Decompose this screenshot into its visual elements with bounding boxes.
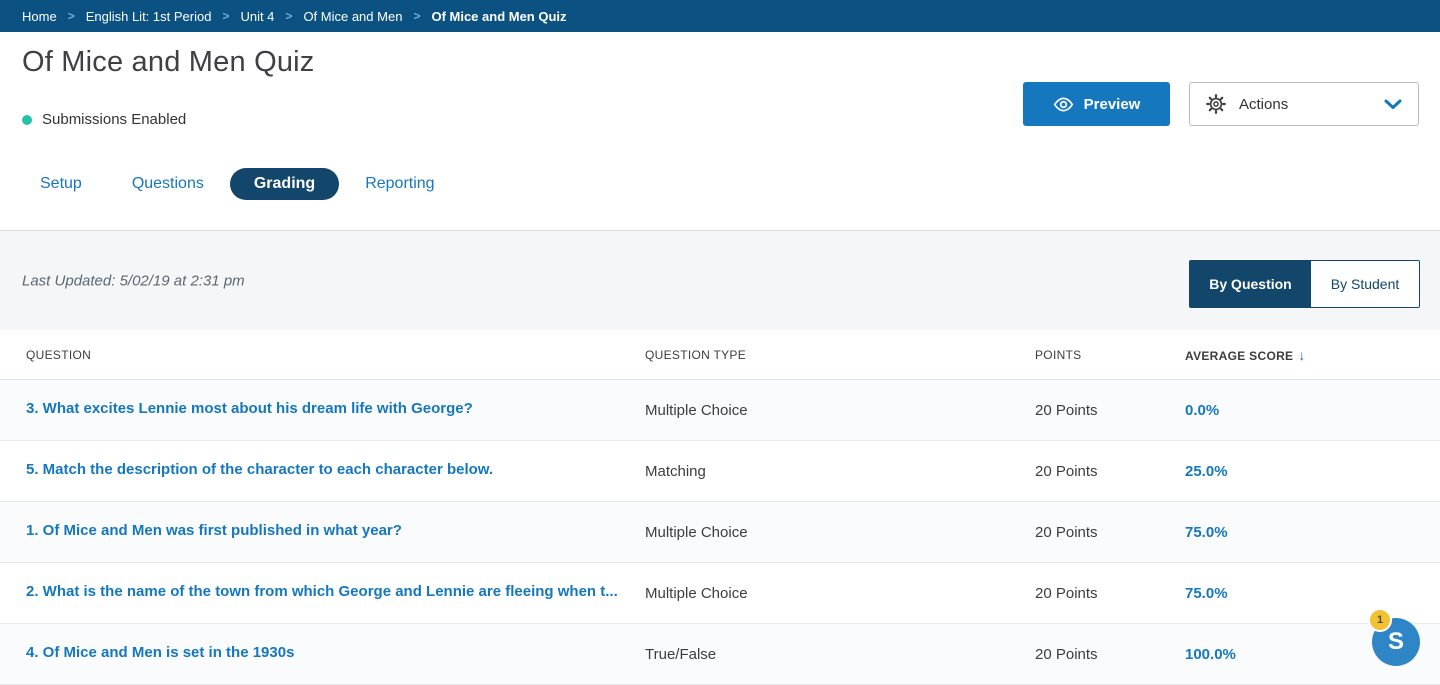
breadcrumb-course[interactable]: English Lit: 1st Period [86, 9, 212, 24]
view-toggle: By Question By Student [1189, 260, 1420, 308]
question-type-cell: Multiple Choice [645, 402, 1035, 419]
table-row: 1. Of Mice and Men was first published i… [0, 502, 1440, 563]
tab-setup[interactable]: Setup [16, 168, 106, 200]
column-header-question[interactable]: QUESTION [0, 348, 645, 362]
eye-icon [1053, 96, 1074, 113]
question-link[interactable]: 3. What excites Lennie most about his dr… [26, 400, 473, 417]
breadcrumb-folder[interactable]: Of Mice and Men [303, 9, 402, 24]
column-header-question-type[interactable]: QUESTION TYPE [645, 348, 1035, 362]
questions-table: QUESTION QUESTION TYPE POINTS AVERAGE SC… [0, 330, 1440, 685]
breadcrumb-current-page: Of Mice and Men Quiz [431, 9, 566, 24]
question-link[interactable]: 1. Of Mice and Men was first published i… [26, 522, 402, 539]
points-cell: 20 Points [1035, 463, 1185, 480]
question-type-cell: True/False [645, 646, 1035, 663]
breadcrumb-separator: > [68, 9, 75, 23]
column-header-average-score-label: AVERAGE SCORE [1185, 349, 1293, 363]
tab-grading[interactable]: Grading [230, 168, 339, 200]
table-header-row: QUESTION QUESTION TYPE POINTS AVERAGE SC… [0, 330, 1440, 380]
points-cell: 20 Points [1035, 524, 1185, 541]
question-type-cell: Multiple Choice [645, 524, 1035, 541]
breadcrumb-home[interactable]: Home [22, 9, 57, 24]
average-score-link[interactable]: 75.0% [1185, 524, 1228, 541]
assessment-tabs: Setup Questions Grading Reporting [16, 168, 459, 200]
toggle-by-question[interactable]: By Question [1190, 261, 1311, 307]
page-title: Of Mice and Men Quiz [22, 46, 315, 79]
preview-button[interactable]: Preview [1023, 82, 1170, 126]
table-body: 3. What excites Lennie most about his dr… [0, 380, 1440, 685]
submissions-status: Submissions Enabled [22, 111, 186, 128]
column-header-average-score[interactable]: AVERAGE SCORE ↓ [1185, 347, 1440, 363]
table-row: 3. What excites Lennie most about his dr… [0, 380, 1440, 441]
page-header: Of Mice and Men Quiz Submissions Enabled… [0, 32, 1440, 230]
table-row: 5. Match the description of the characte… [0, 441, 1440, 502]
grading-controls-band: Last Updated: 5/02/19 at 2:31 pm By Ques… [0, 230, 1440, 330]
points-cell: 20 Points [1035, 402, 1185, 419]
table-row: 4. Of Mice and Men is set in the 1930s T… [0, 624, 1440, 685]
gear-icon [1206, 94, 1226, 114]
average-score-link[interactable]: 100.0% [1185, 646, 1236, 663]
average-score-link[interactable]: 0.0% [1185, 402, 1219, 419]
status-dot-icon [22, 115, 32, 125]
points-cell: 20 Points [1035, 585, 1185, 602]
breadcrumb-separator: > [285, 9, 292, 23]
tab-reporting[interactable]: Reporting [341, 168, 458, 200]
question-type-cell: Multiple Choice [645, 585, 1035, 602]
chevron-down-icon [1384, 99, 1402, 110]
breadcrumb-unit[interactable]: Unit 4 [240, 9, 274, 24]
question-link[interactable]: 4. Of Mice and Men is set in the 1930s [26, 644, 294, 661]
status-label: Submissions Enabled [42, 111, 186, 128]
preview-button-label: Preview [1084, 96, 1141, 113]
last-updated-text: Last Updated: 5/02/19 at 2:31 pm [22, 272, 245, 289]
tab-questions[interactable]: Questions [108, 168, 228, 200]
header-actions: Preview [1023, 82, 1419, 126]
actions-button-label: Actions [1239, 96, 1288, 113]
actions-dropdown-button[interactable]: Actions [1189, 82, 1419, 126]
average-score-link[interactable]: 75.0% [1185, 585, 1228, 602]
toggle-by-student[interactable]: By Student [1311, 261, 1419, 307]
column-header-points[interactable]: POINTS [1035, 348, 1185, 362]
question-link[interactable]: 2. What is the name of the town from whi… [26, 583, 618, 600]
question-type-cell: Matching [645, 463, 1035, 480]
sort-descending-icon: ↓ [1298, 347, 1305, 363]
average-score-link[interactable]: 25.0% [1185, 463, 1228, 480]
table-row: 2. What is the name of the town from whi… [0, 563, 1440, 624]
question-link[interactable]: 5. Match the description of the characte… [26, 461, 493, 478]
notification-badge: 1 [1368, 608, 1392, 632]
breadcrumb: Home > English Lit: 1st Period > Unit 4 … [0, 0, 1440, 32]
breadcrumb-separator: > [222, 9, 229, 23]
points-cell: 20 Points [1035, 646, 1185, 663]
breadcrumb-separator: > [413, 9, 420, 23]
